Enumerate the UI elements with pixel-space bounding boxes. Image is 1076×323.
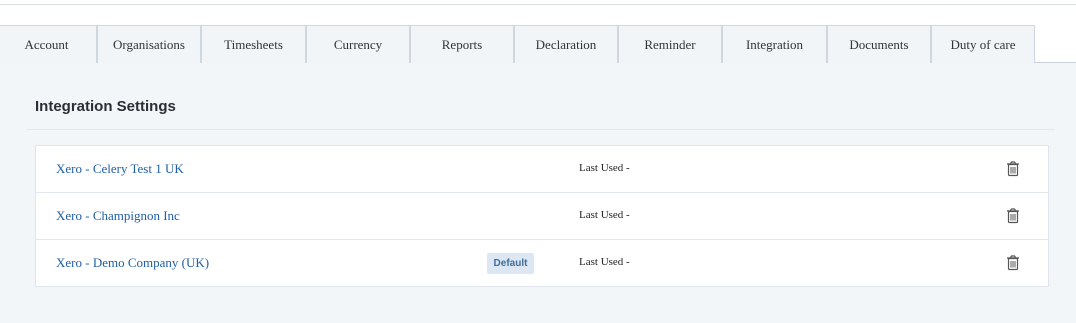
settings-tabs: Account Organisations Timesheets Currenc… bbox=[0, 25, 1076, 63]
tab-timesheets[interactable]: Timesheets bbox=[201, 25, 306, 63]
tab-label: Integration bbox=[745, 36, 804, 52]
list-item: Xero - Celery Test 1 UK Last Used - bbox=[36, 146, 1048, 193]
tab-duty-of-care[interactable]: Duty of care bbox=[931, 25, 1035, 63]
integration-list: Xero - Celery Test 1 UK Last Used - Xero… bbox=[35, 145, 1049, 287]
last-used-text: Last Used - bbox=[579, 256, 630, 268]
tab-reports[interactable]: Reports bbox=[410, 25, 514, 63]
default-badge: Default bbox=[487, 253, 534, 274]
trash-icon[interactable] bbox=[1006, 208, 1020, 224]
tab-label: Declaration bbox=[535, 36, 597, 52]
tab-label: Account bbox=[24, 36, 69, 52]
last-used-text: Last Used - bbox=[579, 162, 630, 174]
tab-label: Documents bbox=[849, 36, 909, 52]
tab-organisations[interactable]: Organisations bbox=[97, 25, 201, 63]
page-title: Integration Settings bbox=[35, 98, 176, 115]
list-item: Xero - Champignon Inc Last Used - bbox=[36, 193, 1048, 240]
trash-icon[interactable] bbox=[1006, 255, 1020, 271]
tab-integration[interactable]: Integration bbox=[722, 25, 827, 63]
trash-icon[interactable] bbox=[1006, 161, 1020, 177]
tab-label: Reminder bbox=[644, 36, 696, 52]
tab-label: Currency bbox=[333, 36, 383, 52]
integration-panel: Integration Settings Xero - Celery Test … bbox=[0, 63, 1076, 323]
tab-label: Duty of care bbox=[950, 36, 1016, 52]
tab-label: Organisations bbox=[113, 36, 185, 52]
integration-link[interactable]: Xero - Celery Test 1 UK bbox=[56, 161, 184, 177]
tab-label: Timesheets bbox=[224, 36, 283, 52]
integration-link[interactable]: Xero - Champignon Inc bbox=[56, 208, 180, 224]
tab-documents[interactable]: Documents bbox=[827, 25, 931, 63]
tab-currency[interactable]: Currency bbox=[306, 25, 410, 63]
title-divider bbox=[27, 129, 1055, 130]
tab-account[interactable]: Account bbox=[0, 25, 97, 63]
tab-reminder[interactable]: Reminder bbox=[618, 25, 722, 63]
list-item: Xero - Demo Company (UK) Default Last Us… bbox=[36, 240, 1048, 287]
top-divider bbox=[0, 4, 1076, 5]
tab-label: Reports bbox=[441, 36, 483, 52]
integration-link[interactable]: Xero - Demo Company (UK) bbox=[56, 255, 209, 271]
last-used-text: Last Used - bbox=[579, 209, 630, 221]
tab-declaration[interactable]: Declaration bbox=[514, 25, 618, 63]
